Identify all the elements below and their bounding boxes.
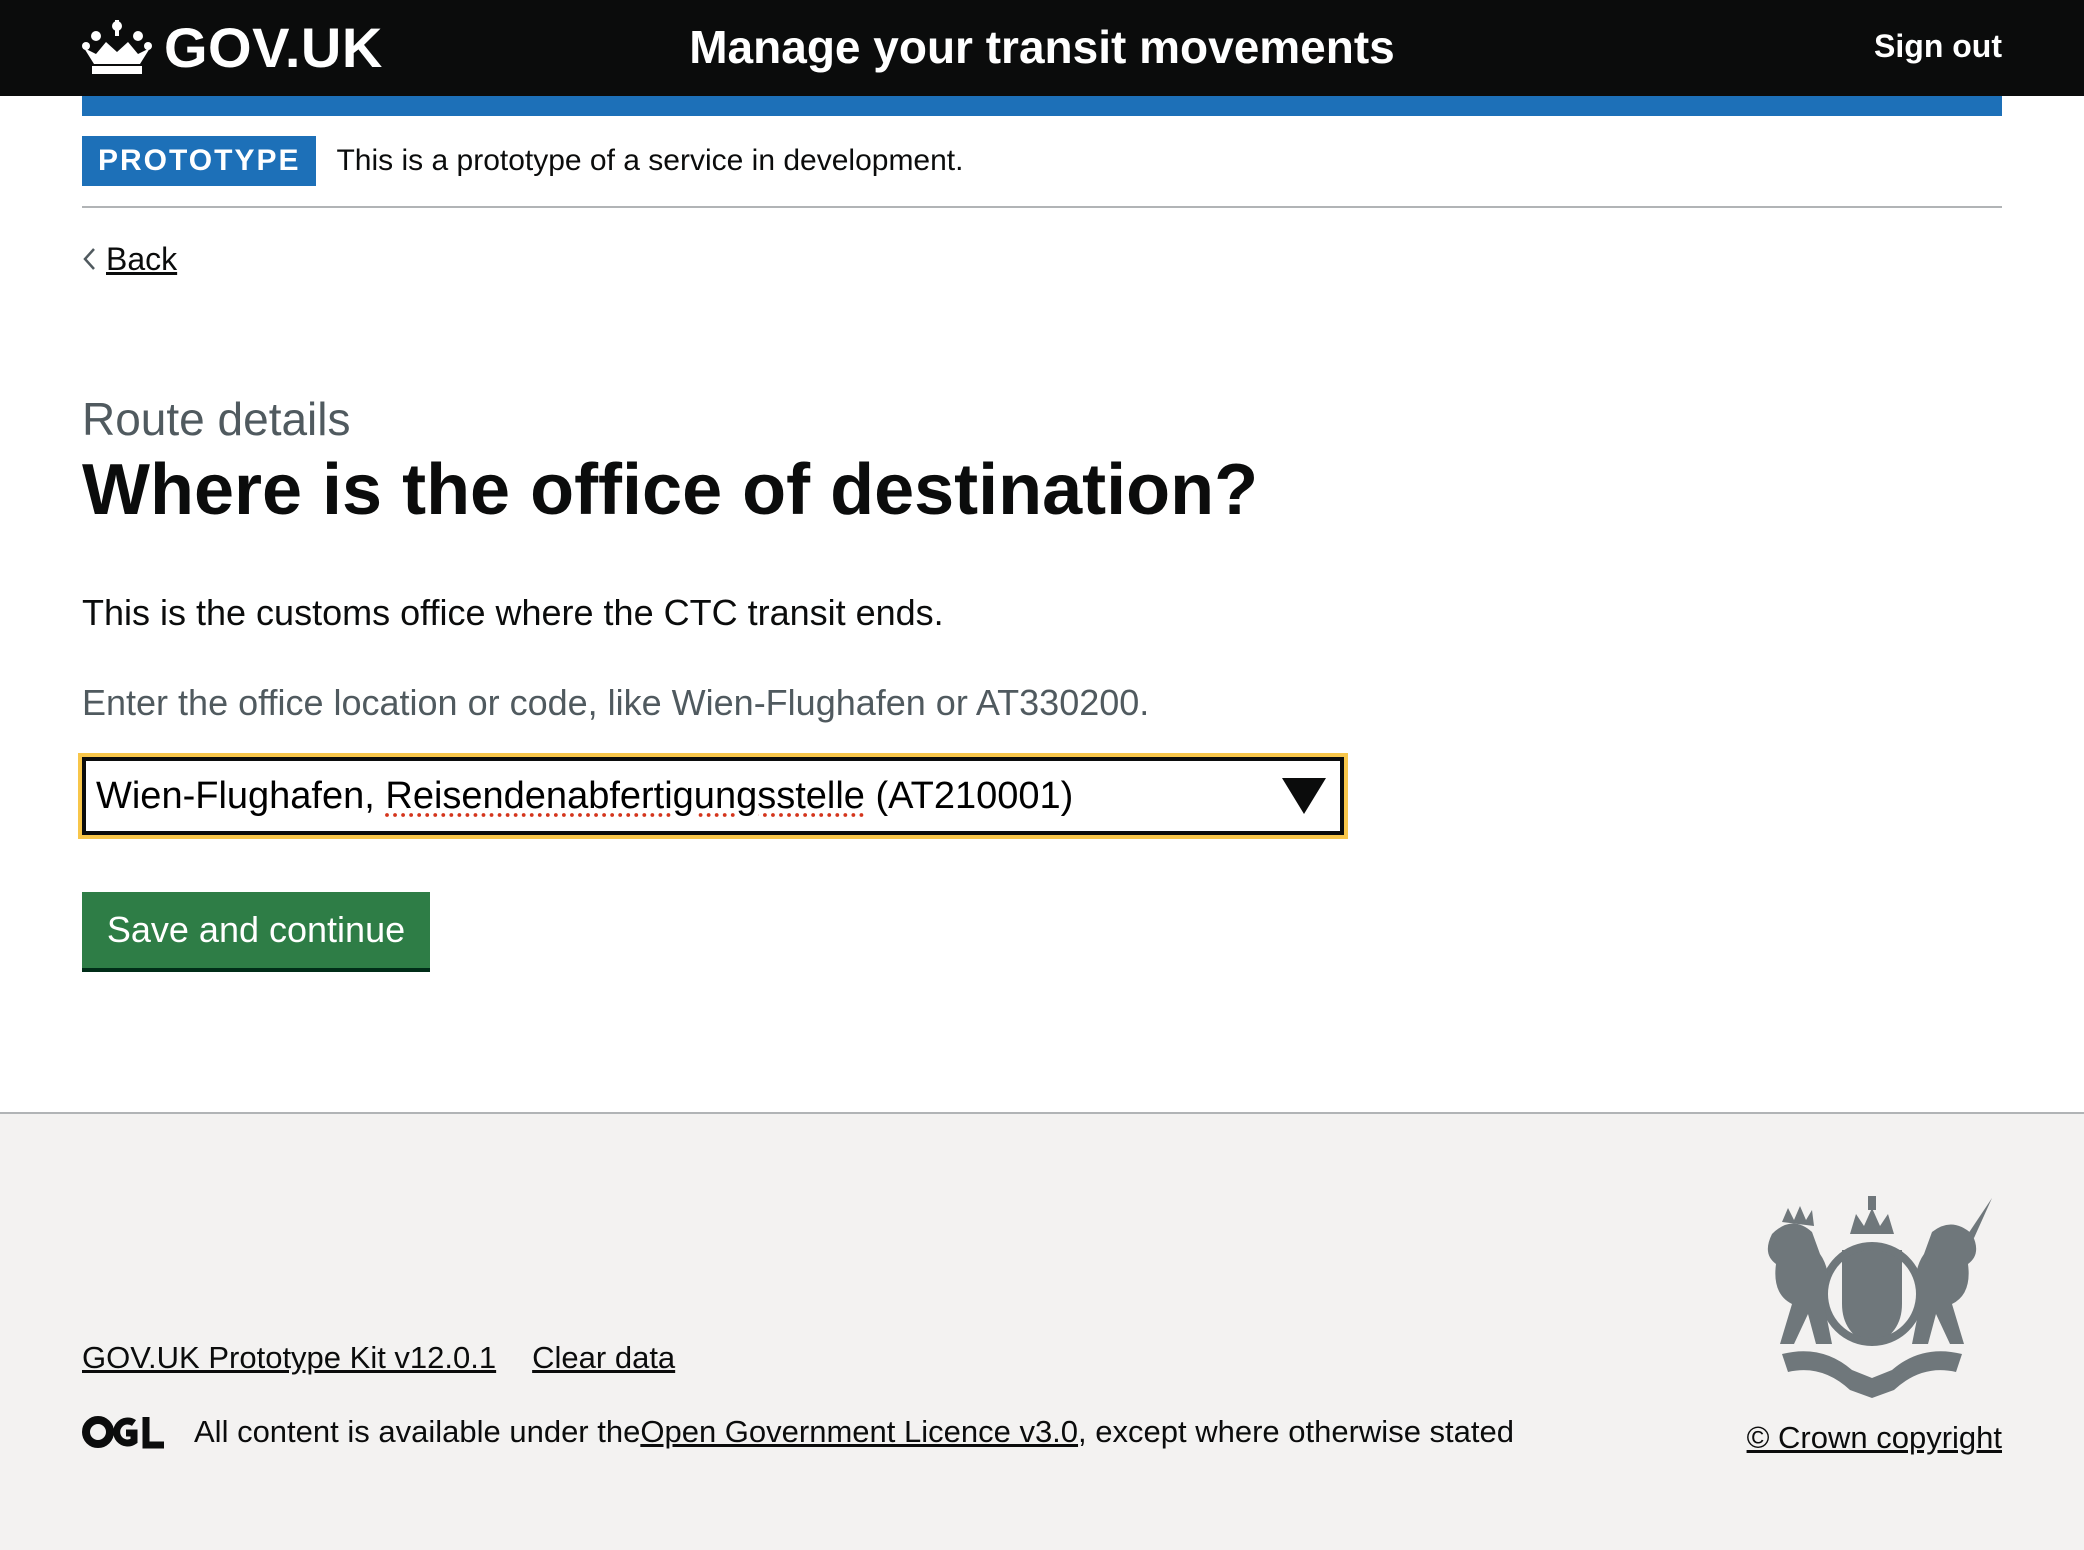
save-and-continue-button[interactable]: Save and continue (82, 892, 430, 968)
site-header: GOV.UK Manage your transit movements Sig… (0, 0, 2084, 96)
back-link[interactable]: Back (106, 241, 177, 278)
phase-tag: PROTOTYPE (82, 136, 317, 186)
sign-out-link[interactable]: Sign out (1874, 20, 2002, 72)
dropdown-arrow-icon[interactable] (1282, 778, 1326, 814)
phase-banner: PROTOTYPE This is a prototype of a servi… (82, 136, 2002, 208)
body-text: This is the customs office where the CTC… (82, 592, 944, 633)
royal-coat-of-arms-icon (1767, 1196, 1992, 1398)
field-hint: Enter the office location or code, like … (82, 682, 1150, 723)
crown-copyright-link[interactable]: © Crown copyright (1747, 1420, 2002, 1456)
footer-links: GOV.UK Prototype Kit v12.0.1 Clear data (82, 1340, 675, 1376)
header-blue-bar (82, 96, 2002, 116)
page-title: Where is the office of destination? (82, 450, 1259, 530)
back-link-container: Back (82, 236, 177, 282)
select-value: Wien-Flughafen, Reisendenabfertigungsste… (96, 775, 1073, 818)
section-caption: Route details (82, 393, 351, 445)
office-of-destination-select[interactable]: Wien-Flughafen, Reisendenabfertigungsste… (82, 757, 1344, 835)
licence-prefix: All content is available under the (194, 1414, 641, 1449)
phase-text: This is a prototype of a service in deve… (336, 144, 964, 177)
site-footer: GOV.UK Prototype Kit v12.0.1 Clear data … (0, 1112, 2084, 1550)
select-value-suffix: (AT210001) (864, 774, 1074, 817)
service-name[interactable]: Manage your transit movements (0, 14, 2084, 80)
licence-suffix: , except where otherwise stated (1078, 1414, 1514, 1449)
prototype-kit-link[interactable]: GOV.UK Prototype Kit v12.0.1 (82, 1340, 496, 1376)
chevron-left-icon (83, 248, 95, 270)
select-value-prefix: Wien-Flughafen, (96, 774, 386, 817)
office-select-focus-ring: Wien-Flughafen, Reisendenabfertigungsste… (78, 753, 1348, 839)
ogl-logo-icon (82, 1416, 164, 1449)
select-value-misspelt: Reisendenabfertigungsstelle (385, 774, 865, 817)
clear-data-link[interactable]: Clear data (532, 1340, 675, 1376)
ogl-link[interactable]: Open Government Licence v3.0 (640, 1414, 1078, 1450)
licence-statement: All content is available under the Open … (82, 1414, 1514, 1450)
